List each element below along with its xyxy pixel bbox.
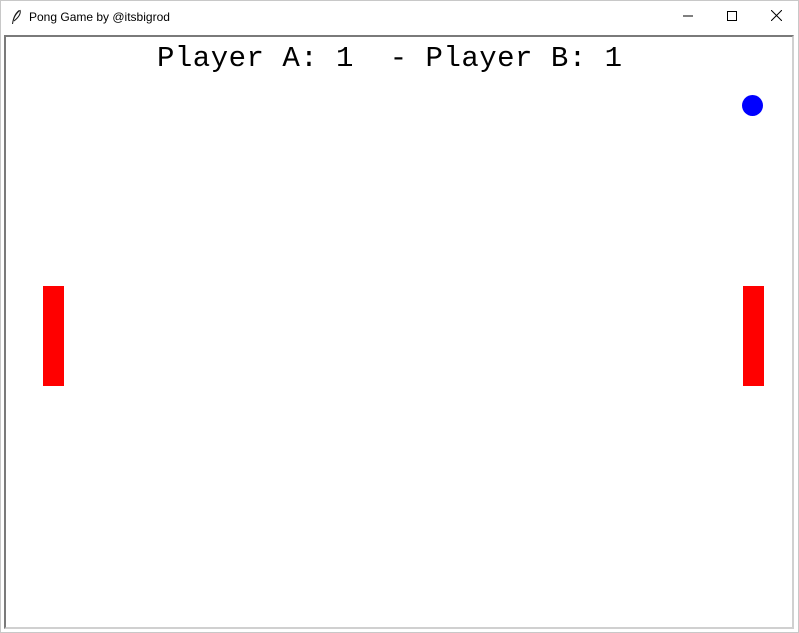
title-bar[interactable]: Pong Game by @itsbigrod	[1, 1, 798, 33]
maximize-button[interactable]	[709, 1, 755, 33]
maximize-icon	[727, 8, 737, 26]
score-display: Player A: 1 - Player B: 1	[157, 42, 623, 75]
paddle-player-b	[743, 286, 764, 386]
close-button[interactable]	[753, 1, 799, 33]
feather-icon	[9, 9, 23, 25]
app-window: Pong Game by @itsbigrod Player A: 1 - Pl…	[0, 0, 799, 633]
game-canvas[interactable]: Player A: 1 - Player B: 1	[4, 35, 794, 629]
window-title: Pong Game by @itsbigrod	[29, 10, 170, 24]
paddle-player-a	[43, 286, 64, 386]
close-icon	[770, 8, 782, 26]
minimize-button[interactable]	[665, 1, 711, 33]
minimize-icon	[683, 8, 693, 26]
ball	[742, 95, 763, 116]
